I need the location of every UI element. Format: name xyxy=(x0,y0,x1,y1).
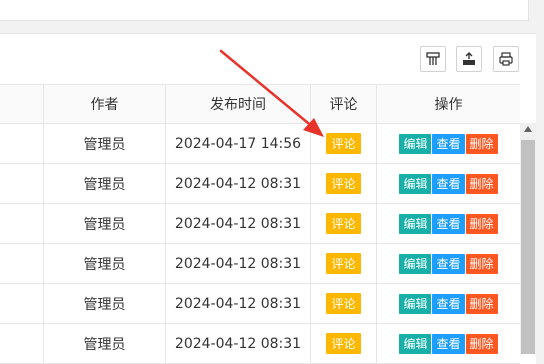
export-icon xyxy=(463,52,475,65)
row-checkbox-cell xyxy=(0,284,44,323)
edit-button[interactable]: 编辑 xyxy=(399,133,432,154)
comment-cell: 评论 xyxy=(311,164,377,203)
delete-button[interactable]: 删除 xyxy=(465,213,498,234)
edit-button[interactable]: 编辑 xyxy=(399,253,432,274)
author-cell: 管理员 xyxy=(44,204,166,243)
header-comment[interactable]: 评论 xyxy=(311,85,377,123)
published-cell: 2024-04-17 14:56 xyxy=(166,124,311,163)
delete-button[interactable]: 删除 xyxy=(465,333,498,354)
comment-cell: 评论 xyxy=(311,204,377,243)
table-header-row: 作者 发布时间 评论 操作 xyxy=(0,85,520,124)
comment-button[interactable]: 评论 xyxy=(326,253,361,274)
edit-button[interactable]: 编辑 xyxy=(399,173,432,194)
articles-table: 作者 发布时间 评论 操作 管理员 2024-04-17 14:56 评论 编辑 查看删… xyxy=(0,84,520,364)
delete-button[interactable]: 删除 xyxy=(465,293,498,314)
comment-cell: 评论 xyxy=(311,324,377,363)
edit-button[interactable]: 编辑 xyxy=(399,293,432,314)
author-cell: 管理员 xyxy=(44,124,166,163)
actions-cell: 编辑 查看 删除 xyxy=(377,204,520,243)
columns-filter-icon xyxy=(426,52,440,65)
author-cell: 管理员 xyxy=(44,244,166,283)
row-checkbox-cell xyxy=(0,124,44,163)
header-author[interactable]: 作者 xyxy=(44,85,166,123)
view-button[interactable]: 查看 xyxy=(432,173,465,194)
actions-cell: 编辑 查看 删除 xyxy=(377,324,520,363)
published-cell: 2024-04-12 08:31 xyxy=(166,284,311,323)
view-button[interactable]: 查看 xyxy=(432,333,465,354)
scroll-up-icon[interactable] xyxy=(524,126,532,132)
header-actions: 操作 xyxy=(434,97,463,113)
table-row: 管理员 2024-04-12 08:31 评论 编辑 查看 删除 xyxy=(0,324,520,364)
delete-button[interactable]: 删除 xyxy=(465,173,498,194)
row-checkbox-cell xyxy=(0,164,44,203)
table-row: 管理员 2024-04-12 08:31 评论 编辑 查看 删除 xyxy=(0,164,520,204)
edit-button[interactable]: 编辑 xyxy=(399,333,432,354)
delete-button[interactable]: 删除 xyxy=(465,133,498,154)
comment-button[interactable]: 评论 xyxy=(326,173,361,194)
published-cell: 2024-04-12 08:31 xyxy=(166,204,311,243)
vertical-scrollbar[interactable] xyxy=(520,123,536,354)
row-checkbox-cell xyxy=(0,324,44,363)
table-row: 管理员 2024-04-12 08:31 评论 编辑 查看 删除 xyxy=(0,204,520,244)
print-icon xyxy=(499,52,513,66)
export-button[interactable] xyxy=(456,46,482,72)
actions-cell: 编辑 查看 删除 xyxy=(377,284,520,323)
actions-cell: 编辑 查看 删除 xyxy=(377,164,520,203)
author-cell: 管理员 xyxy=(44,284,166,323)
comment-cell: 评论 xyxy=(311,284,377,323)
columns-filter-button[interactable] xyxy=(420,46,446,72)
view-button[interactable]: 查看 xyxy=(432,213,465,234)
edit-button[interactable]: 编辑 xyxy=(399,213,432,234)
published-cell: 2024-04-12 08:31 xyxy=(166,324,311,363)
comment-button[interactable]: 评论 xyxy=(326,333,361,354)
table-row: 管理员 2024-04-17 14:56 评论 编辑 查看 删除 xyxy=(0,124,520,164)
table-row: 管理员 2024-04-12 08:31 评论 编辑 查看 删除 xyxy=(0,244,520,284)
checkbox-header xyxy=(0,85,44,123)
comment-button[interactable]: 评论 xyxy=(326,293,361,314)
comment-cell: 评论 xyxy=(311,124,377,163)
scroll-thumb[interactable] xyxy=(521,140,535,354)
row-checkbox-cell xyxy=(0,204,44,243)
print-button[interactable] xyxy=(493,46,519,72)
actions-cell: 编辑 查看 删除 xyxy=(377,124,520,163)
view-button[interactable]: 查看 xyxy=(432,293,465,314)
comment-cell: 评论 xyxy=(311,244,377,283)
comment-button[interactable]: 评论 xyxy=(326,133,361,154)
view-button[interactable]: 查看 xyxy=(432,253,465,274)
view-button[interactable]: 查看 xyxy=(432,133,465,154)
row-checkbox-cell xyxy=(0,244,44,283)
published-cell: 2024-04-12 08:31 xyxy=(166,244,311,283)
top-panel xyxy=(0,0,529,21)
table-row: 管理员 2024-04-12 08:31 评论 编辑 查看 删除 xyxy=(0,284,520,324)
actions-cell: 编辑 查看 删除 xyxy=(377,244,520,283)
published-cell: 2024-04-12 08:31 xyxy=(166,164,311,203)
header-published[interactable]: 发布时间 xyxy=(166,85,311,123)
comment-button[interactable]: 评论 xyxy=(326,213,361,234)
author-cell: 管理员 xyxy=(44,164,166,203)
author-cell: 管理员 xyxy=(44,324,166,363)
delete-button[interactable]: 删除 xyxy=(465,253,498,274)
